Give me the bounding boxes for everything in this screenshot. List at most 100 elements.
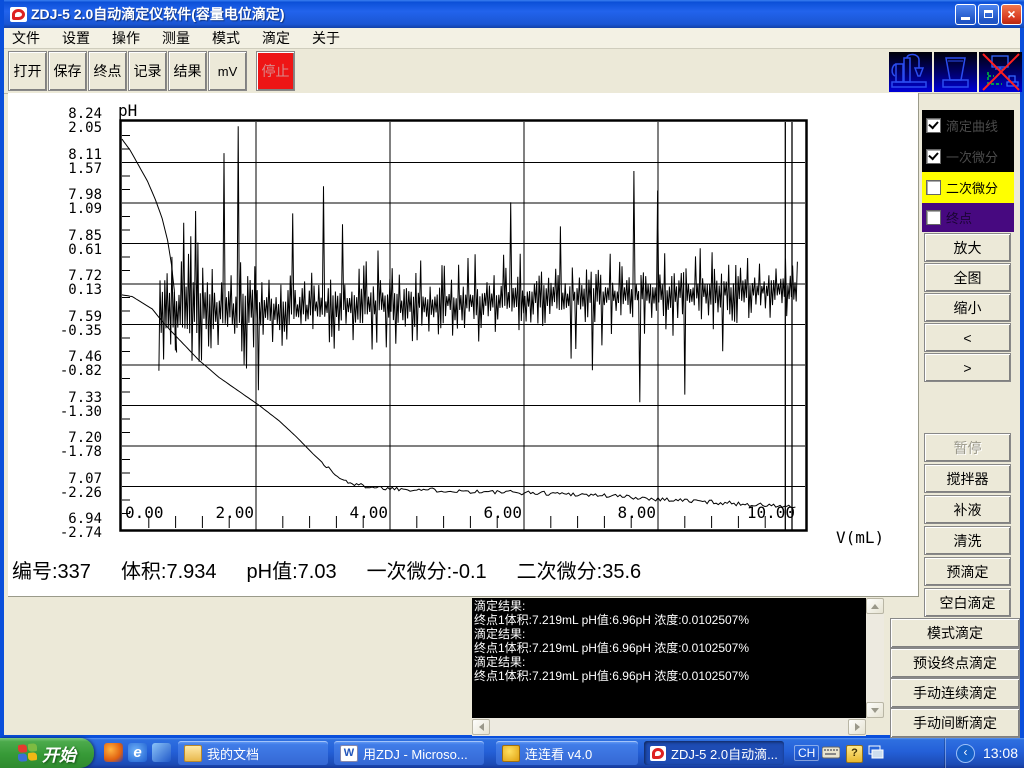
console-vertical-scrollbar[interactable]	[866, 598, 884, 718]
keyboard-icon[interactable]	[822, 745, 840, 764]
hide-icons-chevron-icon[interactable]	[956, 744, 975, 763]
x-axis-tick-label: 0.00	[125, 503, 164, 522]
checkbox-second-derivative[interactable]: 二次微分	[922, 172, 1014, 203]
menu-titration[interactable]: 滴定	[262, 28, 290, 48]
results-console: 滴定结果:终点1体积:7.219mL pH值:6.96pH 浓度:0.01025…	[472, 598, 884, 736]
arrow-right-icon	[855, 723, 860, 731]
checkbox-label: 一次微分	[946, 147, 998, 166]
measurement-status-line: 编号:337体积:7.934pH值:7.03一次微分:-0.1二次微分:35.6	[12, 555, 671, 584]
stirrer-button[interactable]: 搅拌器	[924, 464, 1011, 493]
manual-continuous-titration-button[interactable]: 手动连续滴定	[890, 678, 1020, 708]
y-axis-tick-pair: 7.46 -0.82	[26, 350, 102, 378]
endpoint-checkbox-icon[interactable]	[926, 210, 941, 225]
task-word-document[interactable]: W 用ZDJ - Microso...	[334, 741, 484, 765]
y-axis-tick-pair: 6.94 -2.74	[26, 512, 102, 540]
close-button[interactable]	[1001, 4, 1022, 25]
scroll-up-button[interactable]	[866, 598, 884, 614]
windows-logo-icon	[18, 743, 38, 763]
arrow-up-icon	[871, 604, 879, 609]
checkbox-label: 二次微分	[946, 178, 998, 197]
task-label: ZDJ-5 2.0自动滴...	[671, 744, 778, 763]
checkbox-label: 终点	[946, 208, 972, 227]
y-axis-tick-pair: 8.24 2.05	[26, 107, 102, 135]
app-logo-icon	[10, 7, 27, 22]
pan-right-button[interactable]: >	[924, 353, 1011, 382]
messenger-icon[interactable]	[152, 743, 171, 762]
maximize-icon	[984, 10, 993, 18]
stop-button[interactable]: 停止	[256, 51, 295, 91]
mv-button[interactable]: mV	[208, 51, 247, 91]
beaker-icon	[934, 52, 977, 92]
y-axis-tick-pair: 7.98 1.09	[26, 188, 102, 216]
pre-titration-button[interactable]: 预滴定	[924, 557, 1011, 586]
menu-about[interactable]: 关于	[312, 28, 340, 48]
checkbox-titration-curve[interactable]: 滴定曲线	[922, 110, 1014, 141]
media-player-icon[interactable]	[104, 743, 123, 762]
second-derivative-value: 二次微分:35.6	[517, 561, 641, 583]
x-axis-title: V(mL)	[836, 528, 884, 547]
zoom-out-button[interactable]: 缩小	[924, 293, 1011, 322]
menu-settings[interactable]: 设置	[62, 28, 90, 48]
second-derivative-checkbox-icon[interactable]	[926, 180, 941, 195]
first-derivative-checkbox-icon[interactable]	[926, 149, 941, 164]
app-window: ZDJ-5 2.0自动滴定仪软件(容量电位滴定) 文件 设置 操作 测量 模式 …	[0, 0, 1024, 738]
menu-measure[interactable]: 测量	[162, 28, 190, 48]
task-my-documents[interactable]: 我的文档	[178, 741, 328, 765]
zoom-in-button[interactable]: 放大	[924, 233, 1011, 262]
endpoint-button[interactable]: 终点	[88, 51, 127, 91]
help-tray-icon[interactable]: ?	[846, 745, 863, 763]
scroll-right-button[interactable]	[848, 719, 866, 735]
pan-left-button[interactable]: <	[924, 323, 1011, 352]
zdj-app-icon	[650, 746, 666, 761]
open-button[interactable]: 打开	[8, 51, 47, 91]
task-lianliankan[interactable]: 连连看 v4.0	[496, 741, 638, 765]
manual-intermittent-titration-button[interactable]: 手动间断滴定	[890, 708, 1020, 738]
rinse-button[interactable]: 清洗	[924, 526, 1011, 555]
ie-icon[interactable]: e	[128, 743, 147, 762]
full-view-button[interactable]: 全图	[924, 263, 1011, 292]
menu-bar: 文件 设置 操作 测量 模式 滴定 关于	[4, 28, 1020, 49]
menu-operation[interactable]: 操作	[112, 28, 140, 48]
mode-titration-button[interactable]: 模式滴定	[890, 618, 1020, 648]
y-axis-tick-pair: 7.85 0.61	[26, 229, 102, 257]
minimize-icon	[961, 17, 970, 20]
preset-endpoint-titration-button[interactable]: 预设终点滴定	[890, 648, 1020, 678]
task-label: 用ZDJ - Microso...	[363, 744, 468, 763]
tray-window-icon[interactable]	[868, 745, 884, 765]
volume-value: 体积:7.934	[121, 561, 217, 583]
language-indicator[interactable]: CH	[794, 745, 819, 761]
console-horizontal-scrollbar[interactable]	[472, 718, 866, 736]
results-log: 滴定结果:终点1体积:7.219mL pH值:6.96pH 浓度:0.01025…	[472, 598, 866, 718]
titration-curve-checkbox-icon[interactable]	[926, 118, 941, 133]
ph-axis-title: pH	[118, 101, 137, 120]
toolbar: 打开 保存 终点 记录 结果 mV 停止	[4, 49, 1020, 94]
blank-titration-button[interactable]: 空白滴定	[924, 588, 1011, 617]
result-button[interactable]: 结果	[168, 51, 207, 91]
scroll-left-button[interactable]	[472, 719, 490, 735]
first-derivative-value: 一次微分:-0.1	[367, 561, 487, 583]
save-button[interactable]: 保存	[48, 51, 87, 91]
checkbox-endpoint[interactable]: 终点	[922, 203, 1014, 232]
arrow-left-icon	[479, 723, 484, 731]
menu-mode[interactable]: 模式	[212, 28, 240, 48]
scroll-down-button[interactable]	[866, 702, 884, 718]
clock[interactable]: 13:08	[983, 745, 1018, 761]
connection-error-icon	[979, 52, 1022, 92]
menu-file[interactable]: 文件	[12, 28, 40, 48]
maximize-button[interactable]	[978, 4, 999, 25]
pause-button[interactable]: 暂停	[924, 433, 1011, 462]
taskbar: 开始 e 我的文档 W 用ZDJ - Microso... 连连看 v4.0 Z…	[0, 738, 1024, 768]
titration-plot: 0.002.004.006.008.0010.00	[119, 119, 809, 534]
first-derivative-curve	[159, 126, 798, 402]
y-axis-tick-pair: 7.20 -1.78	[26, 431, 102, 459]
checkbox-first-derivative[interactable]: 一次微分	[922, 141, 1014, 172]
game-icon	[502, 745, 520, 762]
minimize-button[interactable]	[955, 4, 976, 25]
record-button[interactable]: 记录	[128, 51, 167, 91]
start-button[interactable]: 开始	[0, 738, 94, 768]
refill-button[interactable]: 补液	[924, 495, 1011, 524]
x-axis-tick-label: 4.00	[349, 503, 388, 522]
start-label: 开始	[42, 741, 76, 766]
title-bar: ZDJ-5 2.0自动滴定仪软件(容量电位滴定)	[4, 0, 1024, 28]
task-zdj5-app[interactable]: ZDJ-5 2.0自动滴...	[644, 741, 784, 765]
